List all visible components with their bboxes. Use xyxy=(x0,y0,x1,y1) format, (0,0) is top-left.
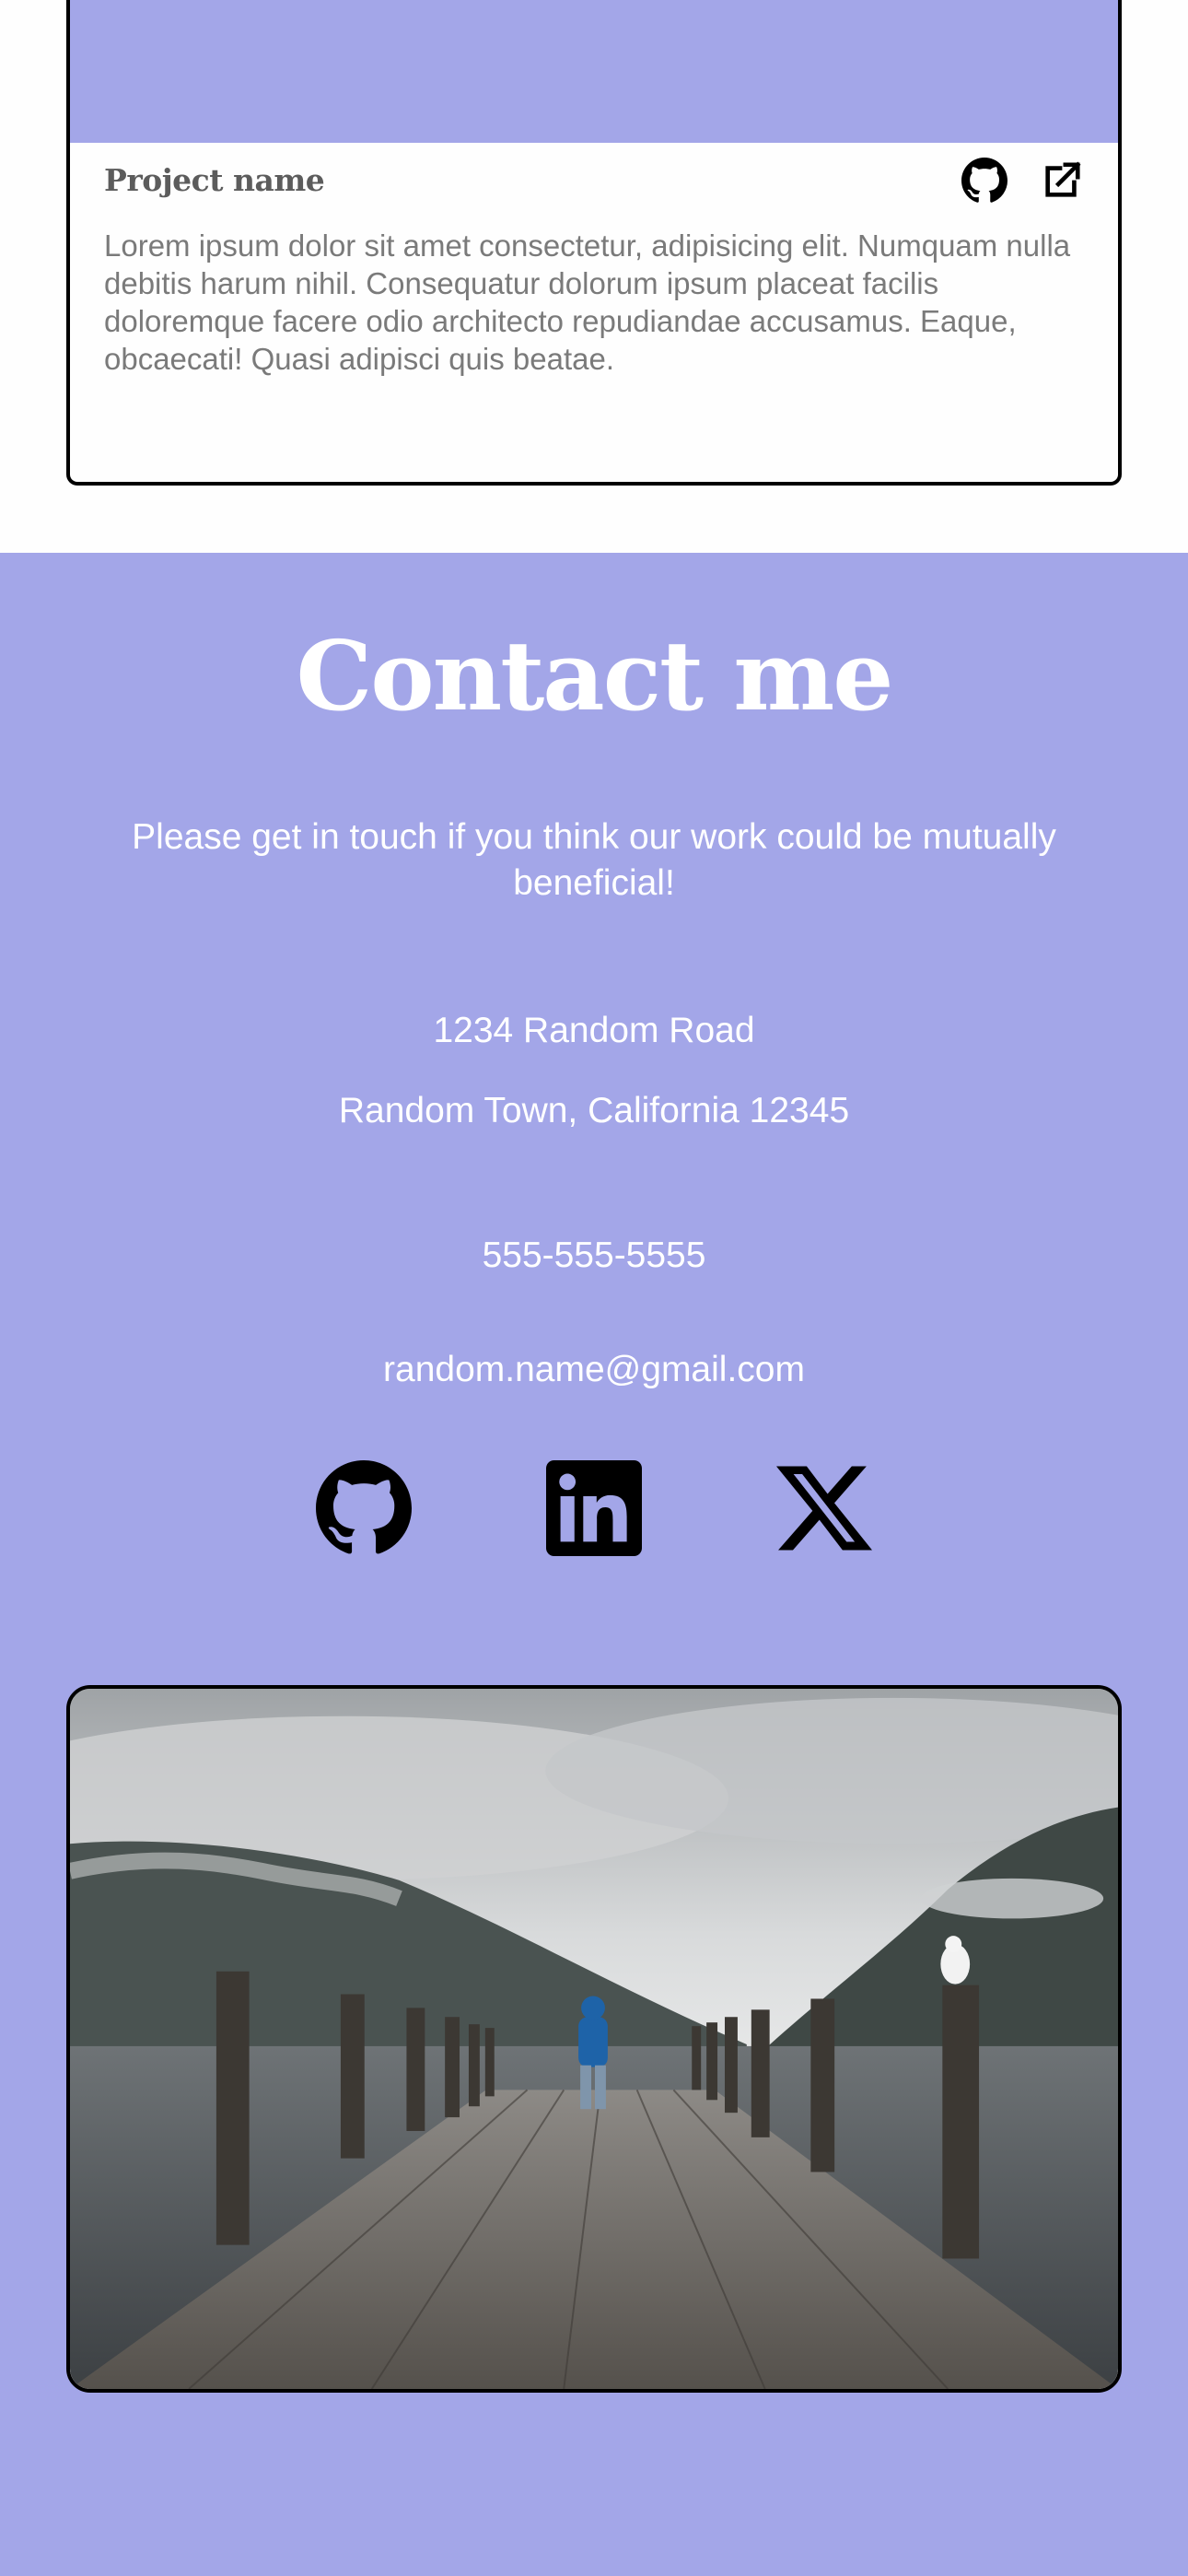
contact-subtitle: Please get in touch if you think our wor… xyxy=(132,817,1056,903)
landscape-photo xyxy=(66,1685,1122,2393)
external-link-icon[interactable] xyxy=(1041,159,1083,202)
project-card: Project name Lorem ipsum dolor sit amet … xyxy=(66,0,1122,486)
github-icon[interactable] xyxy=(313,1458,414,1559)
address-line-1: 1234 Random Road xyxy=(433,1011,755,1050)
project-name: Project name xyxy=(104,162,325,198)
projects-section: Project name Lorem ipsum dolor sit amet … xyxy=(0,0,1188,553)
phone-number[interactable]: 555-555-5555 xyxy=(0,1235,1188,1276)
contact-title: Contact me xyxy=(296,619,894,732)
email-address[interactable]: random.name@gmail.com xyxy=(0,1350,1188,1390)
github-icon[interactable] xyxy=(961,158,1007,204)
social-links xyxy=(0,1458,1188,1559)
project-description: Lorem ipsum dolor sit amet consectetur, … xyxy=(104,228,1071,376)
project-links xyxy=(961,158,1083,204)
address-line-2: Random Town, California 12345 xyxy=(338,1091,850,1130)
linkedin-icon[interactable] xyxy=(543,1458,645,1559)
x-icon[interactable] xyxy=(774,1458,875,1559)
project-image xyxy=(70,0,1118,143)
